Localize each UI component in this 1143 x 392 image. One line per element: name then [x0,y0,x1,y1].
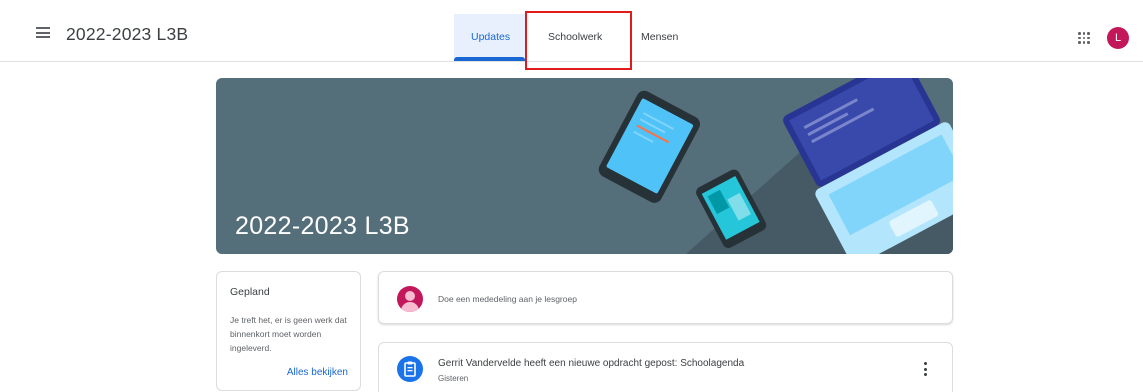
class-title[interactable]: 2022-2023 L3B [66,24,188,45]
banner-title: 2022-2023 L3B [235,212,410,240]
tab-mensen[interactable]: Mensen [641,31,678,43]
menu-icon[interactable] [36,27,50,38]
assignment-icon [397,356,423,382]
view-all-link[interactable]: Alles bekijken [287,367,348,378]
upcoming-text: Je treft het, er is geen werk dat binnen… [230,315,347,353]
top-app-bar: 2022-2023 L3B Updates Schoolwerk Mensen … [0,0,1143,70]
tab-updates[interactable]: Updates [471,31,510,43]
announcement-box[interactable]: Doe een mededeling aan je lesgroep [378,271,953,324]
active-tab-indicator [454,57,525,61]
highlight-box [525,11,632,70]
upcoming-title: Gepland [230,286,270,298]
user-avatar-icon [397,286,423,312]
class-banner: 2022-2023 L3B [216,78,953,254]
more-options-icon[interactable] [919,361,933,377]
post-title[interactable]: Gerrit Vandervelde heeft een nieuwe opdr… [438,358,744,369]
upcoming-card: Gepland Je treft het, er is geen werk da… [216,271,361,391]
stream-post[interactable]: Gerrit Vandervelde heeft een nieuwe opdr… [378,342,953,392]
apps-grid-icon[interactable] [1078,32,1090,44]
post-date: Gisteren [438,374,469,383]
announcement-placeholder[interactable]: Doe een mededeling aan je lesgroep [438,294,577,304]
avatar[interactable]: L [1107,27,1129,49]
